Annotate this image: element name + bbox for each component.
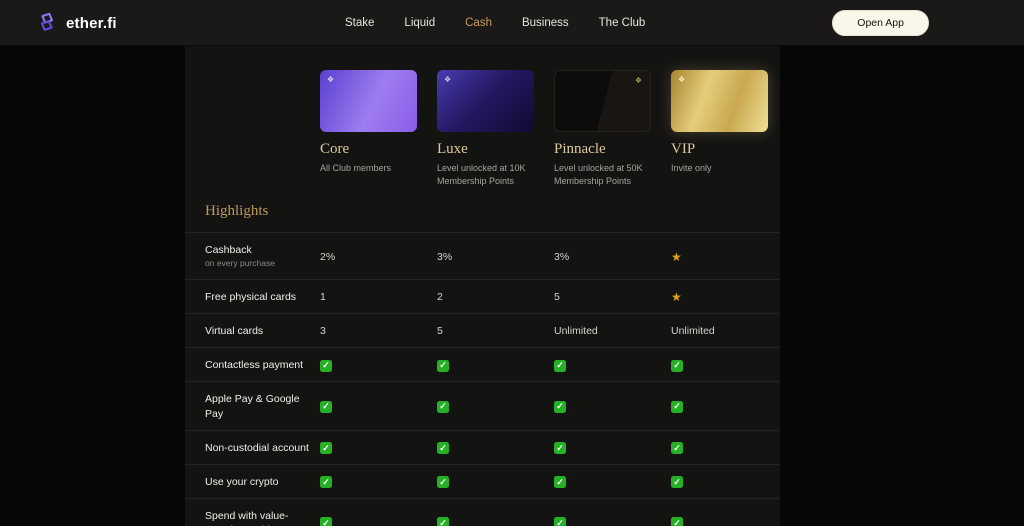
check-icon: ✓	[437, 442, 554, 455]
row-label: Apple Pay & Google Pay	[185, 392, 320, 420]
cell-value: 3%	[554, 251, 671, 263]
nav-item-stake[interactable]: Stake	[345, 17, 374, 29]
table-row: Contactless payment✓✓✓✓	[185, 347, 780, 381]
cell-value: Unlimited	[554, 325, 671, 337]
cell-value: 3%	[437, 251, 554, 263]
card-name: VIP	[671, 141, 788, 158]
card-logo-icon: ❖	[327, 75, 334, 84]
brand-label: ether.fi	[66, 15, 117, 32]
comparison-table: Cashbackon every purchase2%3%3%★Free phy…	[185, 232, 780, 526]
card-name: Luxe	[437, 141, 554, 158]
row-label: Cashbackon every purchase	[185, 243, 320, 270]
check-icon: ✓	[671, 476, 788, 489]
cell-value: Unlimited	[671, 325, 788, 337]
card-subtitle: Invite only	[671, 162, 773, 175]
card-tier-header: ❖CoreAll Club members❖LuxeLevel unlocked…	[320, 46, 780, 187]
main-nav: Stake Liquid Cash Business The Club	[345, 0, 645, 46]
card-logo-icon: ❖	[444, 75, 451, 84]
check-icon: ✓	[320, 359, 437, 372]
check-icon: ✓	[320, 517, 437, 526]
card-subtitle: Level unlocked at 10K Membership Points	[437, 162, 539, 187]
cell-value: 3	[320, 325, 437, 337]
cell-value: 1	[320, 291, 437, 303]
card-subtitle: Level unlocked at 50K Membership Points	[554, 162, 656, 187]
check-icon: ✓	[320, 476, 437, 489]
navbar: ether.fi Stake Liquid Cash Business The Club…	[0, 0, 1024, 46]
card-column-vip: ❖ VIP Invite only	[671, 70, 788, 187]
card-column-luxe: ❖ Luxe Level unlocked at 10K Membership Po…	[437, 70, 554, 187]
check-icon: ✓	[671, 517, 788, 526]
card-logo-icon: ❖	[635, 76, 642, 85]
check-icon: ✓	[437, 359, 554, 372]
check-icon: ✓	[671, 359, 788, 372]
card-column-core: ❖ Core All Club members	[320, 70, 437, 187]
nav-item-liquid[interactable]: Liquid	[404, 17, 435, 29]
check-icon: ✓	[554, 517, 671, 526]
cell-value: 2	[437, 291, 554, 303]
check-icon: ✓	[554, 442, 671, 455]
card-column-pinnacle: ❖ Pinnacle Level unlocked at 50K Membershi…	[554, 70, 671, 187]
check-icon: ✓	[554, 359, 671, 372]
core-card-image: ❖	[320, 70, 417, 132]
check-icon: ✓	[437, 517, 554, 526]
table-row: Free physical cards125★	[185, 279, 780, 313]
row-label: Use your crypto	[185, 475, 320, 489]
cell-value: 5	[437, 325, 554, 337]
page: ether.fi Stake Liquid Cash Business The Club…	[0, 0, 1024, 526]
nav-item-cash[interactable]: Cash	[465, 17, 492, 29]
brand[interactable]: ether.fi	[36, 0, 117, 46]
section-title: Highlights	[205, 203, 780, 220]
cell-value: 2%	[320, 251, 437, 263]
table-row: Apple Pay & Google Pay✓✓✓✓	[185, 381, 780, 429]
table-row: Use your crypto✓✓✓✓	[185, 464, 780, 498]
card-name: Core	[320, 141, 437, 158]
table-row: Non-custodial account✓✓✓✓	[185, 430, 780, 464]
comparison-panel: ❖CoreAll Club members❖LuxeLevel unlocked…	[185, 46, 780, 526]
row-label: Non-custodial account	[185, 441, 320, 455]
card-name: Pinnacle	[554, 141, 671, 158]
row-label: Contactless payment	[185, 358, 320, 372]
luxe-card-image: ❖	[437, 70, 534, 132]
star-icon: ★	[671, 250, 788, 264]
cell-value: 5	[554, 291, 671, 303]
table-row: Cashbackon every purchase2%3%3%★	[185, 232, 780, 279]
card-subtitle: All Club members	[320, 162, 422, 175]
check-icon: ✓	[554, 476, 671, 489]
pinnacle-card-image: ❖	[554, 70, 651, 132]
row-label: Spend with value-accruing stables	[185, 509, 320, 526]
etherfi-logo-icon	[36, 12, 58, 34]
check-icon: ✓	[554, 400, 671, 413]
table-row: Spend with value-accruing stables✓✓✓✓	[185, 498, 780, 526]
star-icon: ★	[671, 290, 788, 304]
nav-item-the-club[interactable]: The Club	[599, 17, 646, 29]
card-logo-icon: ❖	[678, 75, 685, 84]
table-row: Virtual cards35UnlimitedUnlimited	[185, 313, 780, 347]
check-icon: ✓	[320, 442, 437, 455]
vip-card-image: ❖	[671, 70, 768, 132]
check-icon: ✓	[437, 400, 554, 413]
row-label: Free physical cards	[185, 290, 320, 304]
check-icon: ✓	[671, 442, 788, 455]
open-app-button[interactable]: Open App	[832, 10, 929, 36]
row-sublabel: on every purchase	[205, 258, 312, 269]
check-icon: ✓	[437, 476, 554, 489]
check-icon: ✓	[320, 400, 437, 413]
row-label: Virtual cards	[185, 324, 320, 338]
nav-item-business[interactable]: Business	[522, 17, 569, 29]
check-icon: ✓	[671, 400, 788, 413]
